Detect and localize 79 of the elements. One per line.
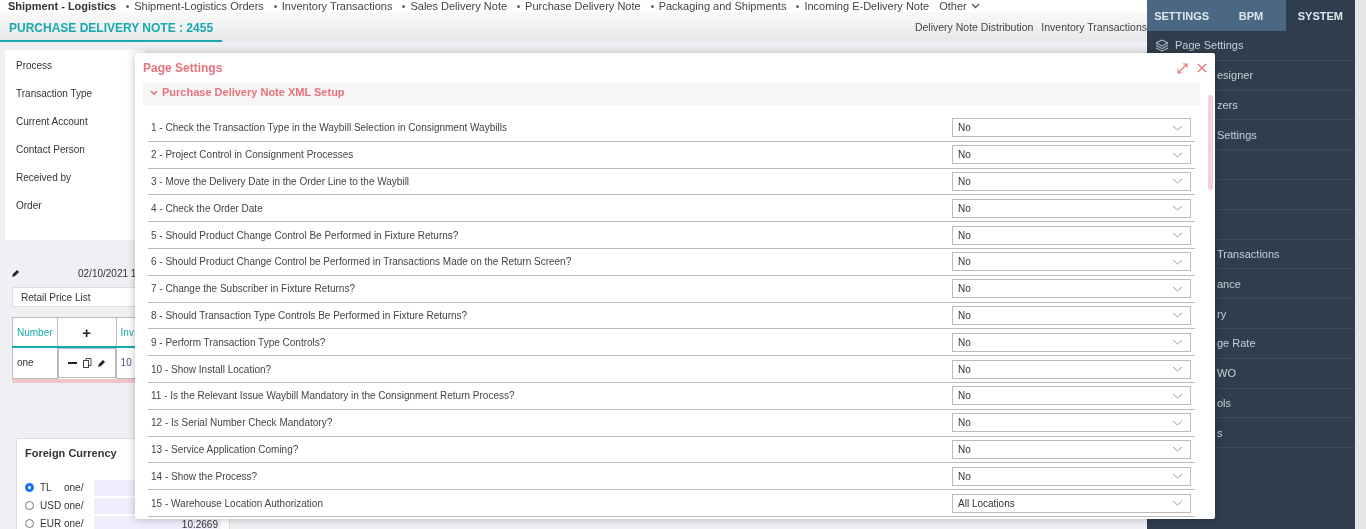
select-field[interactable]: No [952, 252, 1191, 272]
nav-link[interactable]: Incoming E-Delivery Note [796, 0, 930, 12]
setting-label: 5 - Should Product Change Control Be Performed in Fixture Returns? [151, 229, 459, 241]
menu-item[interactable]: Page Settings [1175, 39, 1244, 52]
select-field[interactable]: No [952, 332, 1191, 352]
nav-link[interactable]: Shipment-Logistics Orders [126, 0, 264, 12]
chevron-down-icon[interactable] [970, 3, 980, 9]
setting-label: 4 - Check the Order Date [151, 202, 263, 214]
field-label: Order [16, 199, 42, 213]
setting-label: 14 - Show the Process? [151, 470, 258, 482]
more-menu[interactable]: Other [939, 0, 980, 12]
field-label: Received by [16, 171, 72, 185]
select-field[interactable]: No [952, 413, 1191, 433]
select-field[interactable]: All Locations [952, 493, 1191, 513]
panel-tab[interactable]: SETTINGS [1147, 0, 1217, 31]
nav-link[interactable]: Sales Delivery Note [402, 0, 508, 12]
minus-icon[interactable] [67, 361, 77, 365]
radio-button[interactable] [25, 519, 34, 528]
currency-code: TL [40, 482, 53, 493]
select-field[interactable]: No [952, 118, 1191, 138]
menu-item[interactable]: Transactions [1217, 247, 1280, 260]
unit-label: one/ [64, 482, 85, 493]
scrollbar-thumb[interactable] [1208, 95, 1213, 190]
menu-item[interactable]: WO [1217, 367, 1236, 380]
close-icon[interactable] [1197, 63, 1207, 73]
setting-label: 13 - Service Application Coming? [151, 443, 299, 455]
radio-button[interactable] [25, 501, 34, 510]
pencil-icon[interactable] [12, 269, 20, 277]
setting-label: 3 - Move the Delivery Date in the Order Line to the Waybill [151, 176, 410, 187]
table-cell: one [12, 347, 58, 378]
field-label: Contact Person [16, 143, 85, 157]
select-field[interactable]: No [952, 466, 1191, 486]
select-field[interactable]: No [952, 279, 1191, 299]
scrollbar[interactable] [1355, 0, 1366, 529]
column-header: Number [12, 317, 58, 347]
select-field[interactable]: No [952, 386, 1191, 406]
setting-label: 2 - Project Control in Consignment Processes [151, 149, 354, 161]
chevron-icon [150, 90, 158, 96]
setting-label: 6 - Should Product Change Control be Performed in Transactions Made on the Return Screen? [151, 256, 572, 268]
module-title[interactable]: Shipment - Logistics [8, 0, 117, 12]
pencil-icon[interactable] [97, 359, 106, 367]
menu-item[interactable]: ance [1217, 277, 1241, 290]
select-field[interactable]: No [952, 145, 1191, 165]
select-field[interactable]: No [952, 172, 1191, 191]
radio-button[interactable] [25, 483, 34, 492]
menu-item[interactable]: ge Rate [1217, 337, 1256, 350]
nav-link[interactable]: Packaging and Shipments [650, 0, 787, 12]
menu-item[interactable]: esigner [1217, 69, 1254, 82]
setting-label: 1 - Check the Transaction Type in the Waybill Selection in Consignment Waybills [151, 122, 507, 134]
nav-link[interactable]: Inventory Transactions [273, 0, 393, 12]
layers-icon[interactable] [1155, 38, 1169, 52]
dialog-title: Page Settings [143, 61, 224, 75]
page-title: PURCHASE DELIVERY NOTE : 2455 [0, 12, 223, 42]
unit-label: one/ [64, 500, 85, 511]
card-title: Foreign Currency [25, 446, 117, 459]
add-button[interactable]: + [82, 323, 91, 341]
copy-icon[interactable] [82, 358, 92, 368]
menu-item[interactable]: ry [1217, 307, 1227, 320]
nav-link[interactable]: Purchase Delivery Note [517, 0, 641, 12]
select-field[interactable]: No [952, 225, 1191, 245]
field-label: Current Account [16, 115, 88, 129]
header-link[interactable]: Inventory Transactions [1041, 21, 1147, 33]
panel-tab[interactable]: BPM [1216, 0, 1286, 31]
field-label: Transaction Type [16, 87, 93, 101]
unit-label: one/ [64, 518, 85, 529]
header-link[interactable]: Delivery Note Distribution [914, 21, 1034, 33]
setting-label: 15 - Warehouse Location Authorization [151, 497, 323, 509]
field-label: Process [16, 59, 53, 73]
select-field[interactable]: No [952, 198, 1191, 218]
select-field[interactable]: No [952, 439, 1191, 459]
select-field[interactable]: No [952, 359, 1191, 379]
menu-item[interactable]: Settings [1217, 128, 1257, 141]
setting-label: 12 - Is Serial Number Check Mandatory? [151, 417, 333, 429]
setting-label: 11 - Is the Relevant Issue Waybill Mandatory in the Consignment Return Process? [151, 390, 515, 402]
menu-item[interactable]: zers [1217, 99, 1238, 111]
menu-item[interactable]: s [1217, 426, 1223, 439]
expand-icon[interactable] [1177, 62, 1188, 74]
menu-item[interactable]: ols [1217, 396, 1232, 409]
select-field[interactable]: No [952, 305, 1191, 325]
